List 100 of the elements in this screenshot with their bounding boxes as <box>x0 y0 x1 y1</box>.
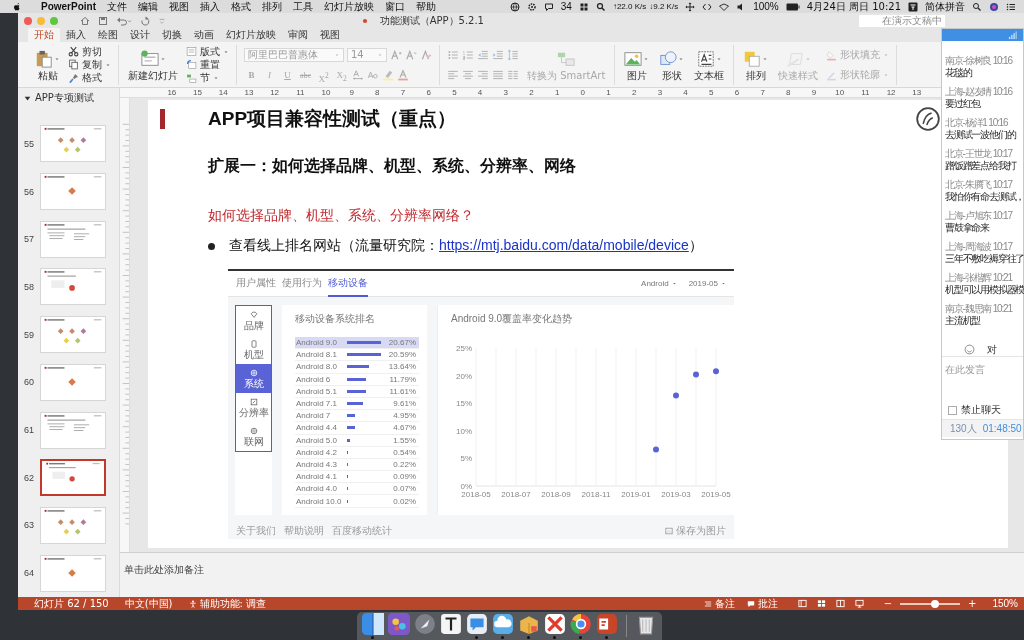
chat-bubble-icon[interactable] <box>543 1 554 12</box>
ribbon-tab[interactable]: 切换 <box>156 28 188 42</box>
recipient-label[interactable]: 对 <box>987 342 997 357</box>
menu-item[interactable]: 帮助 <box>416 0 436 13</box>
move-icon[interactable] <box>685 1 696 12</box>
app-icon[interactable] <box>569 613 592 635</box>
filter-dropdown[interactable]: 2019-05 <box>688 279 726 288</box>
ribbon-button[interactable]: 复制 <box>68 59 111 71</box>
ranking-row[interactable]: Android 4.0 0.07% <box>295 483 419 496</box>
page-tab[interactable]: 用户属性 <box>236 271 276 297</box>
ribbon-button[interactable]: 版式 <box>186 45 229 58</box>
menu-item[interactable]: 窗口 <box>385 0 405 13</box>
zoom-in-button[interactable]: + <box>968 598 977 609</box>
ranking-row[interactable]: Android 4.1 0.09% <box>295 471 419 484</box>
sidebar-item[interactable]: 品牌 <box>236 306 271 335</box>
ribbon-button[interactable]: 图片 <box>622 48 652 82</box>
undo-icon[interactable] <box>116 15 132 26</box>
menu-item[interactable]: 工具 <box>293 0 313 13</box>
search-icon[interactable] <box>972 1 982 12</box>
ranking-row[interactable]: Android 8.1 20.59% <box>295 349 419 362</box>
collapse-arrow-icon[interactable] <box>24 94 31 102</box>
slide-thumbnail[interactable] <box>40 459 106 497</box>
ribbon-button[interactable]: 重置 <box>186 59 229 71</box>
normal-view-icon[interactable] <box>797 599 807 608</box>
zoom-slider[interactable] <box>900 602 961 605</box>
page-tab[interactable]: 移动设备 <box>328 271 368 297</box>
notes-button[interactable]: 备注 <box>703 597 735 610</box>
ranking-row[interactable]: Android 4.3 0.22% <box>295 458 419 472</box>
menu-item[interactable]: 文件 <box>107 0 127 13</box>
sidebar-item[interactable]: 系统 <box>236 364 271 393</box>
notes-placeholder[interactable]: 单击此处添加备注 <box>124 564 204 575</box>
ribbon-button[interactable]: 格式 <box>68 72 111 85</box>
search-icon[interactable] <box>595 1 606 12</box>
link[interactable]: https://mtj.baidu.com/data/mobile/device <box>439 237 689 253</box>
redo-icon[interactable] <box>140 15 150 26</box>
ribbon-button[interactable]: 节 <box>186 72 229 85</box>
ranking-row[interactable]: Android 8.0 13.64% <box>295 361 419 374</box>
comments-button[interactable]: 批注 <box>746 597 778 610</box>
globe-icon[interactable] <box>509 1 520 12</box>
home-icon[interactable] <box>80 15 90 26</box>
ranking-row[interactable]: Android 7.1 9.61% <box>295 397 419 411</box>
ribbon-button[interactable]: 形状 <box>657 48 687 82</box>
ribbon-tab[interactable]: 动画 <box>188 28 220 42</box>
menu-item[interactable]: 编辑 <box>138 0 158 13</box>
app-icon[interactable] <box>465 613 488 635</box>
ribbon-tab[interactable]: 视图 <box>314 28 346 42</box>
slide-sorter-icon[interactable] <box>816 599 826 608</box>
menu-item[interactable]: 视图 <box>169 0 189 13</box>
orb-icon[interactable] <box>989 1 999 12</box>
menu-item[interactable]: 格式 <box>231 0 251 13</box>
clock[interactable]: 4月24日 周日 10:21 <box>806 0 901 13</box>
ranking-row[interactable]: Android 6 11.79% <box>295 373 419 386</box>
ribbon-tab[interactable]: 插入 <box>60 28 92 42</box>
ranking-row[interactable]: Android 4.2 0.54% <box>295 446 419 459</box>
search-field[interactable]: 在演示文稿中 <box>859 14 945 27</box>
app-icon[interactable] <box>439 613 462 635</box>
app-icon[interactable] <box>595 613 618 635</box>
app-name[interactable]: PowerPoint <box>41 0 96 13</box>
accessibility-button[interactable]: 辅助功能: 调查 <box>188 597 267 610</box>
ranking-row[interactable]: Android 7 4.95% <box>295 410 419 423</box>
sidebar-item[interactable]: 机型 <box>236 335 271 364</box>
ribbon-tab[interactable]: 审阅 <box>282 28 314 42</box>
menu-item[interactable]: 幻灯片放映 <box>324 0 374 13</box>
zoom-out-button[interactable]: − <box>883 598 893 609</box>
code-icon[interactable] <box>702 1 713 12</box>
battery-icon[interactable] <box>785 2 800 11</box>
sidebar-item[interactable]: 联网 <box>236 422 271 451</box>
ribbon-tab[interactable]: 幻灯片放映 <box>220 28 282 42</box>
ranking-row[interactable]: Android 10.0 0.02% <box>295 495 419 508</box>
zoom-percent[interactable]: 150% <box>992 597 1018 610</box>
ranking-row[interactable]: Android 5.0 1.55% <box>295 434 419 447</box>
ribbon-button[interactable]: 文本框 <box>692 48 727 82</box>
gear-icon[interactable] <box>526 1 537 12</box>
ranking-row[interactable]: Android 4.4 4.67% <box>295 422 419 435</box>
ribbon-tab[interactable]: 绘图 <box>92 28 124 42</box>
close-button[interactable] <box>24 16 32 25</box>
emoji-icon[interactable] <box>964 344 975 355</box>
checkbox-label[interactable]: 禁止聊天 <box>961 403 1001 417</box>
ribbon-button[interactable]: 新建幻灯片 <box>126 48 180 82</box>
language[interactable]: 中文(中国) <box>124 597 173 610</box>
ranking-row[interactable]: Android 5.1 11.61% <box>295 385 419 398</box>
sidebar-item[interactable]: 分辨率 <box>236 393 271 422</box>
slider-thumb[interactable] <box>930 599 939 608</box>
menu-item[interactable]: 排列 <box>262 0 282 13</box>
section-title[interactable]: APP专项测试 <box>35 91 94 105</box>
ribbon-tab[interactable]: 开始 <box>28 28 60 42</box>
grid-icon[interactable] <box>578 1 589 12</box>
checkbox[interactable] <box>948 405 957 415</box>
reading-view-icon[interactable] <box>835 599 845 608</box>
menu-icon[interactable] <box>1006 1 1016 12</box>
save-icon[interactable] <box>98 15 108 26</box>
slideshow-icon[interactable] <box>854 599 864 608</box>
page-tab[interactable]: 使用行为 <box>282 271 322 297</box>
ranking-row[interactable]: Android 9.0 20.67% <box>295 337 419 350</box>
app-icon[interactable] <box>491 613 514 635</box>
ribbon-button[interactable]: 粘贴 <box>33 48 62 82</box>
input-method[interactable]: 简体拼音 <box>925 0 965 13</box>
filter-dropdown[interactable]: Android <box>641 279 677 288</box>
ribbon-button[interactable]: 剪切 <box>68 45 111 58</box>
ribbon-button[interactable]: 排列 <box>741 48 771 82</box>
